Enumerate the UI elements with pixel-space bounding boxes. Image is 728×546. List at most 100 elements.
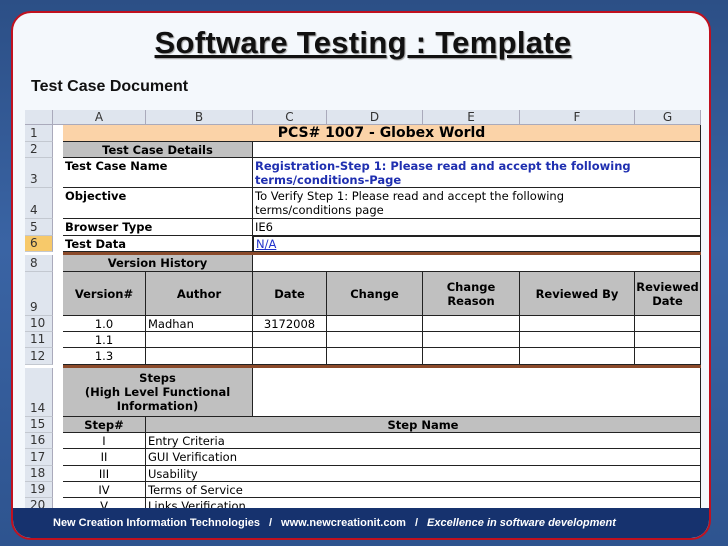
row-header-19[interactable]: 19 bbox=[25, 482, 53, 498]
vh-change-header[interactable]: Change bbox=[327, 272, 423, 316]
step-name-cell[interactable]: Usability bbox=[146, 466, 701, 482]
cell-c2[interactable] bbox=[253, 142, 701, 158]
author-cell[interactable]: Madhan bbox=[146, 316, 253, 332]
footer-company: New Creation Information Technologies bbox=[53, 517, 260, 529]
reviewed-date-cell[interactable] bbox=[635, 332, 701, 348]
test-case-name-label[interactable]: Test Case Name bbox=[63, 158, 253, 188]
column-header-g[interactable]: G bbox=[635, 110, 701, 125]
test-case-name-value[interactable]: Registration-Step 1: Please read and acc… bbox=[253, 158, 701, 188]
steps-title-line-1: Steps bbox=[139, 371, 176, 385]
column-header-c[interactable]: C bbox=[253, 110, 327, 125]
step-number-cell[interactable]: IV bbox=[63, 482, 146, 498]
footer-separator: / bbox=[268, 517, 273, 529]
vh-version-header[interactable]: Version# bbox=[63, 272, 146, 316]
date-cell[interactable]: 3172008 bbox=[253, 316, 327, 332]
version-history-title[interactable]: Version History bbox=[63, 255, 253, 272]
document-header[interactable]: PCS# 1007 - Globex World bbox=[63, 125, 701, 142]
document-label: Test Case Document bbox=[31, 78, 189, 95]
step-number-cell[interactable]: III bbox=[63, 466, 146, 482]
row-header-10[interactable]: 10 bbox=[25, 316, 53, 332]
step-name-cell[interactable]: Terms of Service bbox=[146, 482, 701, 498]
step-name-cell[interactable]: GUI Verification bbox=[146, 449, 701, 466]
step-number-cell[interactable]: II bbox=[63, 449, 146, 466]
column-header-b[interactable]: B bbox=[146, 110, 253, 125]
cell-c14[interactable] bbox=[253, 368, 701, 417]
objective-line-1: To Verify Step 1: Please read and accept… bbox=[255, 189, 565, 203]
version-cell[interactable]: 1.3 bbox=[63, 348, 146, 365]
reviewed-by-cell[interactable] bbox=[520, 348, 635, 365]
spreadsheet: A B C D E F G 1 2 3 4 5 6 8 9 10 11 12 1… bbox=[25, 110, 701, 514]
browser-type-value[interactable]: IE6 bbox=[253, 219, 701, 236]
reviewed-by-cell[interactable] bbox=[520, 332, 635, 348]
row-header-1[interactable]: 1 bbox=[25, 125, 53, 142]
footer-tagline: Excellence in software development bbox=[427, 517, 616, 529]
row-header-17[interactable]: 17 bbox=[25, 449, 53, 466]
change-reason-cell[interactable] bbox=[423, 332, 520, 348]
row-header-5[interactable]: 5 bbox=[25, 219, 53, 236]
vh-reviewed-date-line-1: Reviewed bbox=[636, 279, 699, 294]
row-header-2[interactable]: 2 bbox=[25, 142, 53, 158]
change-reason-cell[interactable] bbox=[423, 348, 520, 365]
objective-line-2: terms/conditions page bbox=[255, 203, 384, 217]
browser-type-label[interactable]: Browser Type bbox=[63, 219, 253, 236]
reviewed-date-cell[interactable] bbox=[635, 316, 701, 332]
column-header-d[interactable]: D bbox=[327, 110, 423, 125]
steps-title-line-3: Information) bbox=[116, 399, 199, 413]
footer-website[interactable]: www.newcreationit.com bbox=[281, 517, 406, 529]
row-header-11[interactable]: 11 bbox=[25, 332, 53, 348]
vh-reviewed-date-header[interactable]: Reviewed Date bbox=[635, 272, 701, 316]
reviewed-date-cell[interactable] bbox=[635, 348, 701, 365]
footer-separator: / bbox=[414, 517, 419, 529]
vh-change-reason-line-2: Reason bbox=[447, 293, 495, 308]
test-case-details-title[interactable]: Test Case Details bbox=[63, 142, 253, 158]
author-cell[interactable] bbox=[146, 348, 253, 365]
slide-title: Software Testing : Template bbox=[154, 25, 572, 60]
version-cell[interactable]: 1.0 bbox=[63, 316, 146, 332]
version-cell[interactable]: 1.1 bbox=[63, 332, 146, 348]
row-header-6[interactable]: 6 bbox=[25, 236, 53, 252]
step-number-cell[interactable]: I bbox=[63, 433, 146, 449]
footer-bar: New Creation Information Technologies / … bbox=[13, 508, 709, 538]
steps-title-line-2: (High Level Functional bbox=[84, 385, 231, 399]
reviewed-by-cell[interactable] bbox=[520, 316, 635, 332]
step-number-header[interactable]: Step# bbox=[63, 417, 146, 433]
cell-c8[interactable] bbox=[253, 255, 701, 272]
vh-change-reason-line-1: Change bbox=[446, 279, 496, 294]
objective-value[interactable]: To Verify Step 1: Please read and accept… bbox=[253, 188, 701, 219]
row-header-15[interactable]: 15 bbox=[25, 417, 53, 433]
vh-author-header[interactable]: Author bbox=[146, 272, 253, 316]
column-header-f[interactable]: F bbox=[520, 110, 635, 125]
vh-date-header[interactable]: Date bbox=[253, 272, 327, 316]
row-header-9[interactable]: 9 bbox=[25, 272, 53, 316]
test-case-name-line-2: terms/conditions-Page bbox=[255, 173, 402, 187]
vh-change-reason-header[interactable]: Change Reason bbox=[423, 272, 520, 316]
row-header-16[interactable]: 16 bbox=[25, 433, 53, 449]
row-header-3[interactable]: 3 bbox=[25, 158, 53, 188]
step-name-header[interactable]: Step Name bbox=[146, 417, 701, 433]
change-cell[interactable] bbox=[327, 348, 423, 365]
test-data-value[interactable]: N/A bbox=[253, 236, 701, 252]
test-data-label[interactable]: Test Data bbox=[63, 236, 253, 252]
objective-label[interactable]: Objective bbox=[63, 188, 253, 219]
test-data-link[interactable]: N/A bbox=[256, 237, 276, 251]
change-cell[interactable] bbox=[327, 332, 423, 348]
row-header-12[interactable]: 12 bbox=[25, 348, 53, 365]
vh-reviewed-date-line-2: Date bbox=[652, 293, 683, 308]
column-header-e[interactable]: E bbox=[423, 110, 520, 125]
select-all-corner[interactable] bbox=[25, 110, 53, 125]
row-header-4[interactable]: 4 bbox=[25, 188, 53, 219]
vh-reviewed-by-header[interactable]: Reviewed By bbox=[520, 272, 635, 316]
steps-title[interactable]: Steps (High Level Functional Information… bbox=[63, 368, 253, 417]
row-header-18[interactable]: 18 bbox=[25, 466, 53, 482]
change-cell[interactable] bbox=[327, 316, 423, 332]
test-case-name-line-1: Registration-Step 1: Please read and acc… bbox=[255, 159, 631, 173]
row-header-8[interactable]: 8 bbox=[25, 255, 53, 272]
step-name-cell[interactable]: Entry Criteria bbox=[146, 433, 701, 449]
author-cell[interactable] bbox=[146, 332, 253, 348]
change-reason-cell[interactable] bbox=[423, 316, 520, 332]
date-cell[interactable] bbox=[253, 332, 327, 348]
slide: Software Testing : Template Test Case Do… bbox=[11, 11, 711, 540]
column-header-a[interactable]: A bbox=[53, 110, 146, 125]
date-cell[interactable] bbox=[253, 348, 327, 365]
row-header-14[interactable]: 14 bbox=[25, 368, 53, 417]
